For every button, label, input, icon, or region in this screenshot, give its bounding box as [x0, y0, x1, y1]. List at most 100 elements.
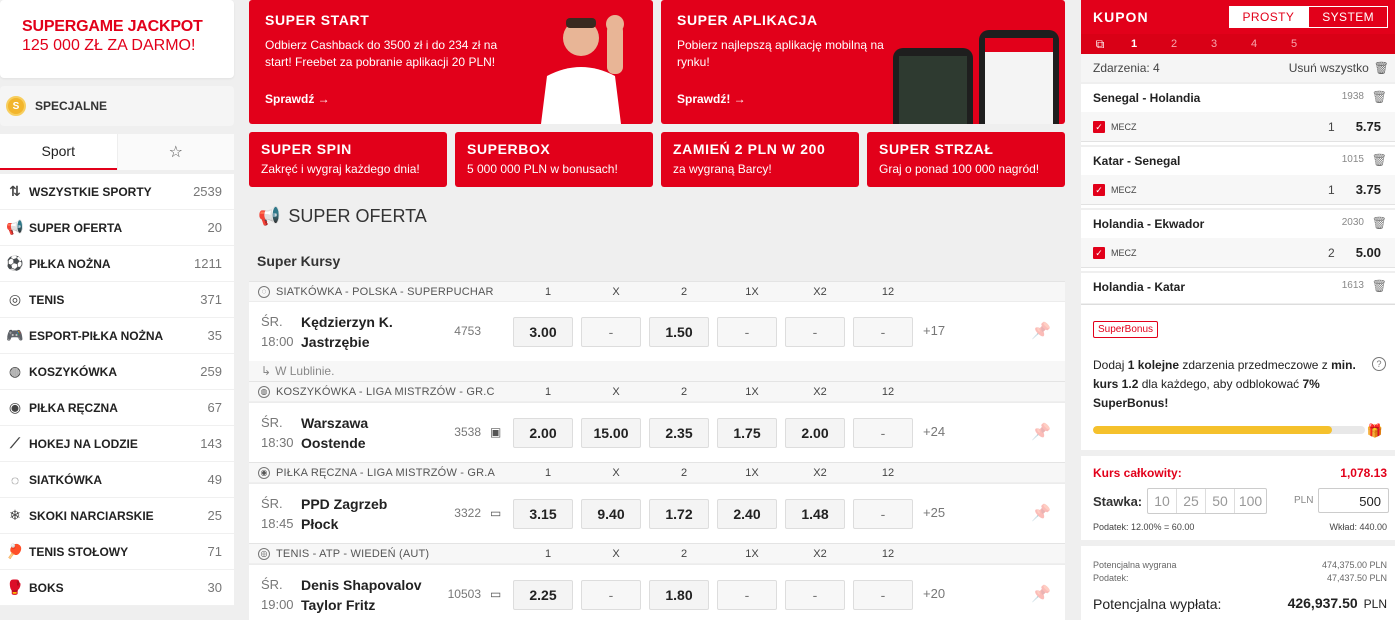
more-markets-link[interactable]: +17: [923, 323, 945, 338]
odds-button[interactable]: -: [853, 499, 913, 529]
bet-selection-row: ✓ MECZ 2 5.00: [1081, 238, 1395, 268]
video-icon[interactable]: ▭: [490, 587, 501, 601]
odds-button[interactable]: -: [581, 317, 641, 347]
odds-button[interactable]: 1.80: [649, 580, 709, 610]
bet-odd: 5.00: [1355, 245, 1381, 260]
odds-button[interactable]: -: [717, 317, 777, 347]
odds-button[interactable]: 2.00: [513, 418, 573, 448]
match-teams[interactable]: Warszawa Oostende: [301, 413, 368, 453]
sidebar-item-sport[interactable]: 📢 SUPER OFERTA 20: [0, 210, 234, 246]
odds-button[interactable]: 1.75: [717, 418, 777, 448]
bet-odd: 3.75: [1355, 182, 1381, 197]
match-teams[interactable]: PPD Zagrzeb Płock: [301, 494, 387, 534]
odds-button[interactable]: 2.25: [513, 580, 573, 610]
team-home: Denis Shapovalov: [301, 577, 422, 593]
odds-button[interactable]: 15.00: [581, 418, 641, 448]
special-item[interactable]: S SPECJALNE: [0, 86, 234, 126]
sidebar-item-sport[interactable]: ◌ SIATKÓWKA 49: [0, 462, 234, 498]
stake-input[interactable]: 500: [1318, 488, 1389, 513]
odds-button[interactable]: 2.00: [785, 418, 845, 448]
checkbox[interactable]: ✓: [1093, 121, 1105, 133]
odds-button[interactable]: 3.15: [513, 499, 573, 529]
pin-icon[interactable]: 📌: [1031, 503, 1051, 523]
banner-superbox[interactable]: SUPERBOX 5 000 000 PLN w bonusach!: [455, 132, 653, 187]
banner-link[interactable]: Sprawdź! →: [677, 92, 746, 106]
sidebar-item-sport[interactable]: 🎮 ESPORT-PIŁKA NOŻNA 35: [0, 318, 234, 354]
video-icon[interactable]: ▭: [490, 506, 501, 520]
sidebar-item-sport[interactable]: 🥊 BOKS 30: [0, 570, 234, 606]
banner-super-strzal[interactable]: SUPER STRZAŁ Graj o ponad 100 000 nagród…: [867, 132, 1065, 187]
tab-sport[interactable]: Sport: [0, 134, 117, 170]
odds-button[interactable]: 1.72: [649, 499, 709, 529]
quick-stake-100[interactable]: 100: [1235, 489, 1266, 513]
team-away: Płock: [301, 516, 339, 532]
bet-selection: 1: [1328, 183, 1335, 197]
sidebar-item-sport[interactable]: ⟋ HOKEJ NA LODZIE 143: [0, 426, 234, 462]
trash-icon[interactable]: 🗑: [1374, 61, 1389, 75]
match-teams[interactable]: Kędzierzyn K. Jastrzębie: [301, 312, 393, 352]
superbonus-box: SuperBonus Dodaj 1 kolejne zdarzenia prz…: [1081, 304, 1395, 450]
odds-button[interactable]: -: [785, 317, 845, 347]
more-markets-link[interactable]: +24: [923, 424, 945, 439]
tab-favorites[interactable]: ☆: [116, 134, 234, 170]
banner-super-start[interactable]: SUPER START Odbierz Cashback do 3500 zł …: [249, 0, 653, 124]
remove-all-link[interactable]: Usuń wszystko: [1289, 61, 1369, 75]
trash-icon[interactable]: 🗑: [1372, 153, 1387, 167]
sidebar-item-sport[interactable]: ◎ TENIS 371: [0, 282, 234, 318]
sidebar-item-sport[interactable]: ◉ PIŁKA RĘCZNA 67: [0, 390, 234, 426]
bet-selection: 2: [1328, 246, 1335, 260]
banner-super-aplikacja[interactable]: SUPER APLIKACJA Pobierz najlepszą aplika…: [661, 0, 1065, 124]
coupon-tab-1[interactable]: 1: [1114, 38, 1154, 50]
match-day: ŚR.: [261, 415, 283, 430]
mode-system[interactable]: SYSTEM: [1308, 6, 1388, 28]
banner-zamien[interactable]: ZAMIEŃ 2 PLN W 200 za wygraną Barcy!: [661, 132, 859, 187]
odds-button[interactable]: 3.00: [513, 317, 573, 347]
coupon-tab-4[interactable]: 4: [1234, 38, 1274, 50]
payout-value: 426,937.50: [1287, 595, 1358, 611]
quick-stake-50[interactable]: 50: [1206, 489, 1235, 513]
mode-prosty[interactable]: PROSTY: [1228, 6, 1309, 28]
column-header: X2: [813, 548, 827, 560]
odds-button[interactable]: -: [853, 418, 913, 448]
odds-button[interactable]: -: [717, 580, 777, 610]
odds-button[interactable]: 9.40: [581, 499, 641, 529]
sidebar-item-sport[interactable]: ◍ KOSZYKÓWKA 259: [0, 354, 234, 390]
match-teams[interactable]: Denis Shapovalov Taylor Fritz: [301, 575, 422, 615]
pin-icon[interactable]: 📌: [1031, 584, 1051, 604]
odds-button[interactable]: -: [853, 317, 913, 347]
trash-icon[interactable]: 🗑: [1372, 216, 1387, 230]
sidebar-item-sport[interactable]: ⇅ WSZYSTKIE SPORTY 2539: [0, 174, 234, 210]
sidebar-item-sport[interactable]: 🏓 TENIS STOŁOWY 71: [0, 534, 234, 570]
coupon-tab-3[interactable]: 3: [1194, 38, 1234, 50]
pin-icon[interactable]: 📌: [1031, 321, 1051, 341]
coupon-tab-2[interactable]: 2: [1154, 38, 1194, 50]
odds-button[interactable]: -: [853, 580, 913, 610]
checkbox[interactable]: ✓: [1093, 247, 1105, 259]
odds-button[interactable]: 2.40: [717, 499, 777, 529]
stats-icon[interactable]: ▣: [490, 425, 501, 439]
odds-button[interactable]: 1.50: [649, 317, 709, 347]
odds-button[interactable]: -: [785, 580, 845, 610]
checkbox[interactable]: ✓: [1093, 184, 1105, 196]
banner-super-spin[interactable]: SUPER SPIN Zakręć i wygraj każdego dnia!: [249, 132, 447, 187]
coupon-tab-5[interactable]: 5: [1274, 38, 1314, 50]
quick-stake-10[interactable]: 10: [1148, 489, 1177, 513]
odds-button[interactable]: 2.35: [649, 418, 709, 448]
sidebar-item-sport[interactable]: ⚽ PIŁKA NOŻNA 1211: [0, 246, 234, 282]
star-icon: ☆: [168, 144, 183, 161]
more-markets-link[interactable]: +25: [923, 505, 945, 520]
pin-icon[interactable]: 📌: [1031, 422, 1051, 442]
sidebar-item-sport[interactable]: ❄ SKOKI NARCIARSKIE 25: [0, 498, 234, 534]
bet-event-name: Holandia - Katar: [1093, 280, 1186, 294]
trash-icon[interactable]: 🗑: [1372, 279, 1387, 293]
copy-icon[interactable]: ⧉: [1090, 36, 1110, 52]
tax2-label: Podatek:: [1093, 573, 1129, 583]
quick-stake-25[interactable]: 25: [1177, 489, 1206, 513]
jackpot-banner[interactable]: SUPERGAME JACKPOT 125 000 ZŁ ZA DARMO!: [0, 0, 234, 78]
trash-icon[interactable]: 🗑: [1372, 90, 1387, 104]
banner-link[interactable]: Sprawdź →: [265, 92, 330, 106]
odds-button[interactable]: 1.48: [785, 499, 845, 529]
more-markets-link[interactable]: +20: [923, 586, 945, 601]
odds-button[interactable]: -: [581, 580, 641, 610]
help-icon[interactable]: ?: [1372, 357, 1386, 371]
